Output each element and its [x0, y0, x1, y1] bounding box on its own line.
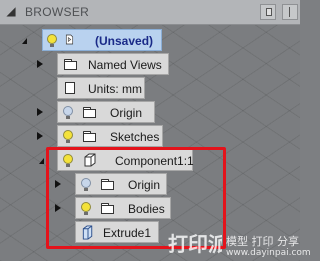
origin-label: Origin: [110, 106, 143, 120]
browser-title: BROWSER: [25, 5, 90, 19]
origin-node[interactable]: Origin: [57, 101, 155, 123]
watermark-url: www.dayinpai.com: [226, 248, 311, 258]
tree-item-root[interactable]: (Unsaved): [0, 29, 300, 51]
named-views-label: Named Views: [88, 58, 162, 72]
units-label: Units: mm: [88, 82, 142, 96]
visibility-bulb-icon[interactable]: [63, 106, 73, 120]
browser-header: ◢ BROWSER: [0, 0, 300, 25]
watermark-logo: 打印派: [168, 233, 222, 255]
folder-icon: [64, 59, 77, 70]
watermark-chinese: 模型 打印 分享: [226, 235, 299, 248]
tree-item-named-views[interactable]: Named Views: [0, 53, 300, 75]
tree-item-sketches[interactable]: Sketches: [0, 125, 300, 147]
root-label: (Unsaved): [95, 34, 154, 48]
root-node[interactable]: (Unsaved): [42, 29, 162, 51]
tree-item-origin[interactable]: Origin: [0, 101, 300, 123]
sketches-node[interactable]: Sketches: [57, 125, 163, 147]
units-document-icon: [65, 82, 75, 94]
pin-icon[interactable]: [260, 4, 276, 20]
expand-triangle-icon[interactable]: [34, 130, 46, 142]
browser-panel: ◢ BROWSER (Unsaved) Named Views Units: m…: [0, 0, 311, 261]
document-icon: [65, 34, 74, 45]
expand-triangle-icon[interactable]: [34, 154, 46, 166]
svg-text:打印派: 打印派: [168, 233, 222, 255]
watermark: 打印派 模型 打印 分享 www.dayinpai.com: [168, 231, 311, 261]
named-views-node[interactable]: Named Views: [57, 53, 169, 75]
sketches-label: Sketches: [110, 130, 160, 144]
folder-icon: [83, 131, 96, 142]
tree-item-units[interactable]: Units: mm: [0, 77, 300, 99]
visibility-bulb-icon[interactable]: [63, 130, 73, 144]
collapse-triangle-icon[interactable]: ◢: [5, 5, 17, 17]
visibility-bulb-icon[interactable]: [47, 34, 57, 48]
expand-triangle-icon[interactable]: [34, 106, 46, 118]
expand-triangle-icon[interactable]: [17, 34, 29, 46]
panel-options-icon[interactable]: [282, 4, 298, 20]
units-node[interactable]: Units: mm: [57, 77, 145, 99]
expand-triangle-icon[interactable]: [34, 58, 46, 70]
folder-icon: [83, 107, 96, 118]
